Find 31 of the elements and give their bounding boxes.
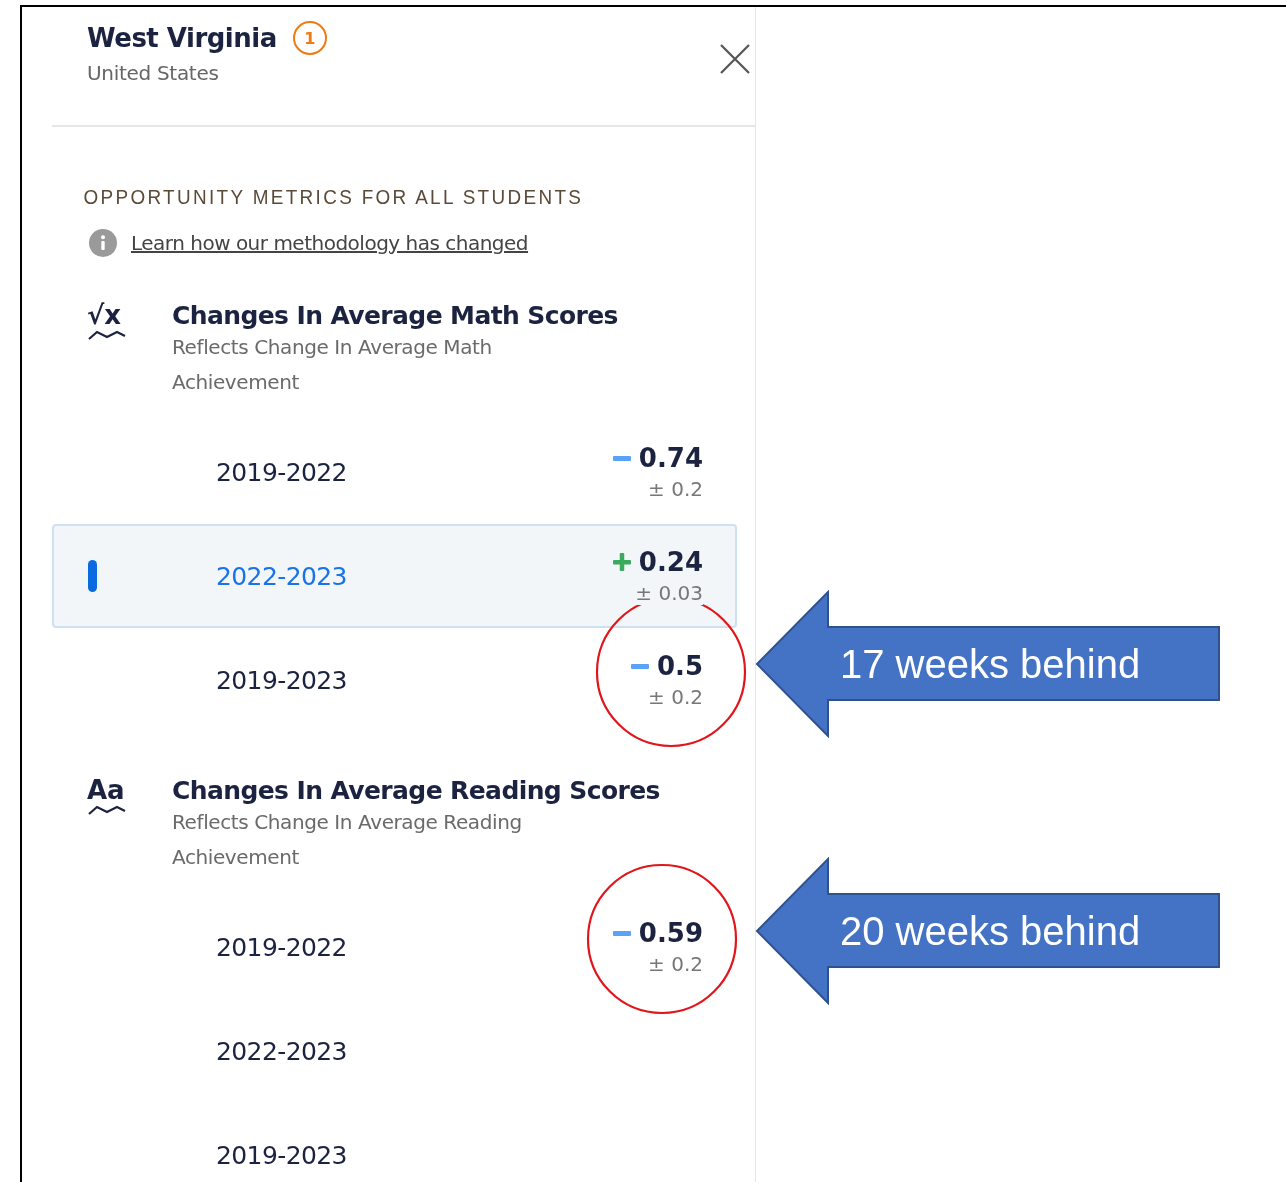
score-change: 0.5 bbox=[656, 651, 703, 681]
margin-of-error: ± 0.2 bbox=[648, 477, 703, 501]
metric-row[interactable]: 2022-2023 0.24 ± 0.03 bbox=[52, 524, 737, 628]
callout-text: 20 weeks behind bbox=[840, 908, 1141, 954]
metric-description: Reflects Change In Average Reading Achievement bbox=[172, 809, 523, 871]
location-subtitle: United States bbox=[87, 61, 220, 85]
count-badge: 1 bbox=[292, 21, 327, 55]
score-change: 0.24 bbox=[638, 547, 703, 577]
methodology-link[interactable]: Learn how our methodology has changed bbox=[131, 231, 529, 255]
selection-indicator bbox=[88, 560, 97, 592]
metric-row[interactable]: 2022-2023 bbox=[52, 999, 737, 1103]
callout-text: 17 weeks behind bbox=[840, 641, 1141, 687]
score-change: 0.59 bbox=[638, 918, 703, 948]
metric-title: Changes In Average Reading Scores bbox=[172, 776, 660, 805]
minus-icon bbox=[630, 663, 649, 669]
minus-icon bbox=[612, 930, 631, 936]
margin-of-error: ± 0.2 bbox=[648, 952, 703, 976]
minus-icon bbox=[612, 455, 631, 461]
metric-row[interactable]: 2019-2022 0.59 ± 0.2 bbox=[52, 895, 737, 999]
metric-row[interactable]: 2019-2022 0.74 ± 0.2 bbox=[52, 420, 737, 524]
margin-of-error: ± 0.2 bbox=[648, 685, 703, 709]
info-icon bbox=[89, 229, 117, 257]
metric-description: Reflects Change In Average Math Achievement bbox=[172, 334, 493, 396]
metric-row[interactable]: 2019-2023 bbox=[52, 1103, 737, 1182]
section-heading: OPPORTUNITY METRICS FOR ALL STUDENTS bbox=[82, 185, 585, 209]
metric-row[interactable]: 2019-2023 0.5 ± 0.2 bbox=[52, 628, 737, 732]
score-change: 0.74 bbox=[638, 443, 703, 473]
plus-icon bbox=[612, 553, 631, 571]
close-button[interactable] bbox=[719, 43, 751, 75]
metric-title: Changes In Average Math Scores bbox=[172, 301, 618, 330]
location-title: West Virginia bbox=[87, 23, 277, 53]
